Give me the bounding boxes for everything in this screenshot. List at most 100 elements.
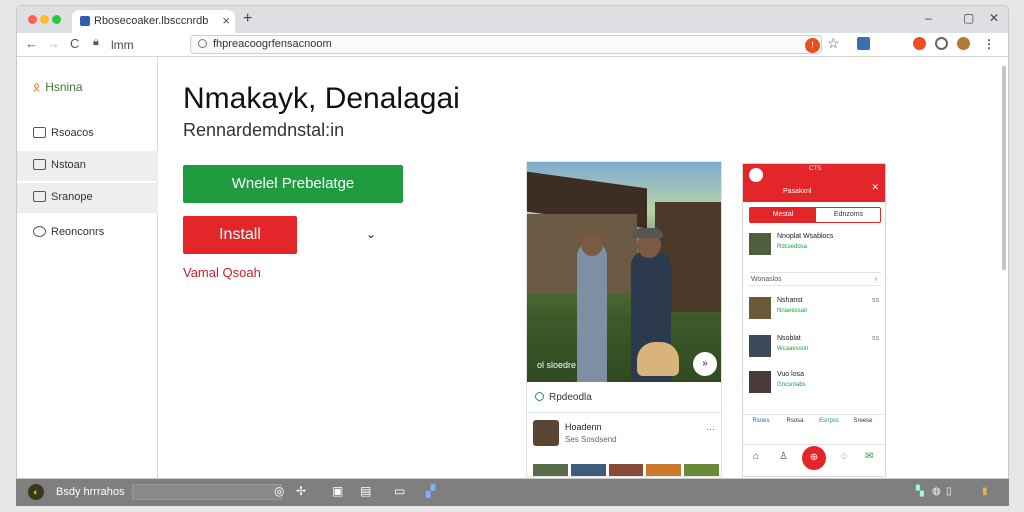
folder-icon <box>33 159 46 170</box>
extension-icon[interactable] <box>857 37 870 50</box>
phone-bottom-bar: ⌂ ♙ ⊕ ◌ ✉ <box>743 444 885 472</box>
sidebar-item-label: Nstoan <box>51 159 86 171</box>
secondary-link[interactable]: Vamal Qsoah <box>183 265 261 280</box>
page-title: Nmakayk, Denalagai <box>183 82 460 115</box>
reviewer-name: Hoadenn <box>565 422 602 432</box>
sidebar-item-sranope[interactable]: Sranope <box>17 183 158 213</box>
files-icon[interactable]: ▤ <box>360 484 371 498</box>
screenshot-card: ol sloedre » Rpdeodla Hoadenn Ses Sosdse… <box>526 161 722 477</box>
tab-profile[interactable]: Sreese <box>849 418 877 424</box>
reload-icon[interactable]: C <box>70 36 79 51</box>
phone-preview: CTS Pasakxnl ✕ Mestal Ednzoms Nnoplat Ws… <box>742 163 886 477</box>
sidebar: ᛟ Hsnina Rsoacos Nstoan Sranope Reonconrs <box>17 57 158 478</box>
segment-tab-a[interactable]: Mestal <box>750 208 816 222</box>
section-title: Wonaslos <box>751 276 782 283</box>
lock-icon: 🔒︎ <box>93 36 99 48</box>
avatar[interactable] <box>957 37 970 50</box>
mail-icon[interactable]: ✉ <box>865 451 873 462</box>
search-icon[interactable]: ◎ <box>274 484 284 498</box>
browser-icon[interactable]: ▞ <box>426 484 435 498</box>
close-icon[interactable]: ✕ <box>871 182 879 193</box>
start-button[interactable]: ◐ <box>28 484 44 500</box>
avatar <box>533 420 559 446</box>
list-item[interactable]: Nnoplat Wsablocs Rdcsedosa <box>749 230 881 258</box>
preview-photo[interactable]: ol sloedre » <box>527 162 721 382</box>
tab-explore[interactable]: Esnpss <box>815 418 843 424</box>
sidebar-item-reonconrs[interactable]: Reonconrs <box>17 218 158 248</box>
window-icon[interactable]: ▭ <box>394 484 405 498</box>
tab-search[interactable]: Rsosa <box>781 418 809 424</box>
chevron-right-icon: › <box>874 276 877 283</box>
add-button[interactable]: ⊕ <box>802 446 826 470</box>
breadcrumb[interactable]: lmm <box>111 38 134 52</box>
sidebar-brand[interactable]: ᛟ Hsnina <box>33 80 83 94</box>
menu-kebab-icon[interactable]: ⋮ <box>983 37 995 51</box>
sidebar-item-rsoacos[interactable]: Rsoacos <box>17 119 158 149</box>
taskbar-search[interactable] <box>132 484 282 500</box>
thumbnail-strip <box>533 464 719 476</box>
primary-action-button[interactable]: Wnelel Prebelatge <box>183 165 403 203</box>
photo-person-left <box>577 242 607 382</box>
segment-tab-b[interactable]: Ednzoms <box>816 208 881 222</box>
next-arrow-icon[interactable]: » <box>693 352 717 376</box>
minimize-window-dot[interactable] <box>40 15 49 24</box>
network-icon[interactable]: ▚ <box>916 486 924 497</box>
photo-cap <box>633 228 663 238</box>
brand-label: Hsnina <box>45 80 83 94</box>
avatar <box>749 297 771 319</box>
browser-window: Rbosecoaker.lbsccnrdb × + – ▢ ✕ ← → C 🔒︎… <box>16 5 1009 479</box>
app-icon[interactable]: ▣ <box>332 484 343 498</box>
browser-tab[interactable]: Rbosecoaker.lbsccnrdb × <box>72 10 235 33</box>
home-icon[interactable]: ⌂ <box>753 451 759 462</box>
maximize-button[interactable]: ▢ <box>963 11 974 25</box>
avatar <box>749 233 771 255</box>
volume-icon[interactable]: ◍ <box>932 486 941 497</box>
profile-sync-icon[interactable] <box>913 37 926 50</box>
close-button[interactable]: ✕ <box>989 11 999 25</box>
new-tab-button[interactable]: + <box>243 10 252 28</box>
sidebar-item-label: Rsoacos <box>51 127 94 139</box>
settings-icon[interactable] <box>935 37 948 50</box>
thumbnail[interactable] <box>570 464 606 476</box>
section-header[interactable]: Wonaslos › <box>749 272 881 286</box>
chat-icon[interactable]: ◌ <box>841 451 847 462</box>
phone-header: CTS Pasakxnl ✕ <box>743 164 885 202</box>
tab-home[interactable]: Rsnes <box>747 418 775 424</box>
sidebar-item-nstoan[interactable]: Nstoan <box>17 151 158 181</box>
photo-dog <box>637 342 679 376</box>
scrollbar[interactable] <box>1002 66 1006 270</box>
chevron-down-icon[interactable]: ⌄ <box>366 227 376 241</box>
site-info-icon[interactable] <box>198 39 207 48</box>
address-bar[interactable]: fhpreacoogrfensacnoom ! <box>190 35 822 54</box>
settings-icon[interactable]: ✢ <box>296 484 306 498</box>
install-button[interactable]: Install <box>183 216 297 254</box>
thumbnail[interactable] <box>684 464 719 476</box>
window-icon <box>33 191 46 202</box>
bookmark-star-icon[interactable]: ☆ <box>827 35 840 52</box>
close-window-dot[interactable] <box>28 15 37 24</box>
tab-favicon-icon <box>80 16 90 26</box>
thumbnail[interactable] <box>646 464 682 476</box>
tab-close-icon[interactable]: × <box>222 13 230 28</box>
list-item[interactable]: Nsoblat Wcaaessnn ss <box>749 332 881 360</box>
item-sub: Rdcsedosa <box>777 244 808 250</box>
more-options-icon[interactable]: ⋯ <box>706 424 715 435</box>
forward-arrow-icon[interactable]: → <box>47 36 60 51</box>
thumbnail[interactable] <box>608 464 644 476</box>
photo-person-left-head <box>581 232 603 256</box>
list-item[interactable]: Vuo losa Gncsmabs <box>749 368 881 396</box>
app-logo-icon <box>749 168 763 182</box>
alert-badge-icon[interactable]: ! <box>805 38 820 53</box>
taskbar-label: Bsdy hrrrahos <box>56 486 125 498</box>
tray-app-icon[interactable]: ▮ <box>982 486 988 497</box>
brand-logo-icon: ᛟ <box>33 80 41 94</box>
list-item[interactable]: Hoadenn Ses Sosdsend ⋯ <box>533 420 719 448</box>
zoom-window-dot[interactable] <box>52 15 61 24</box>
list-item[interactable]: Nshanst Nnaeessan ss <box>749 294 881 322</box>
notification-icon[interactable]: ▯ <box>946 486 952 497</box>
thumbnail[interactable] <box>533 464 568 476</box>
minimize-button[interactable]: – <box>925 11 932 25</box>
segmented-control: Mestal Ednzoms <box>749 207 881 223</box>
user-icon[interactable]: ♙ <box>779 451 788 462</box>
back-arrow-icon[interactable]: ← <box>25 36 38 51</box>
